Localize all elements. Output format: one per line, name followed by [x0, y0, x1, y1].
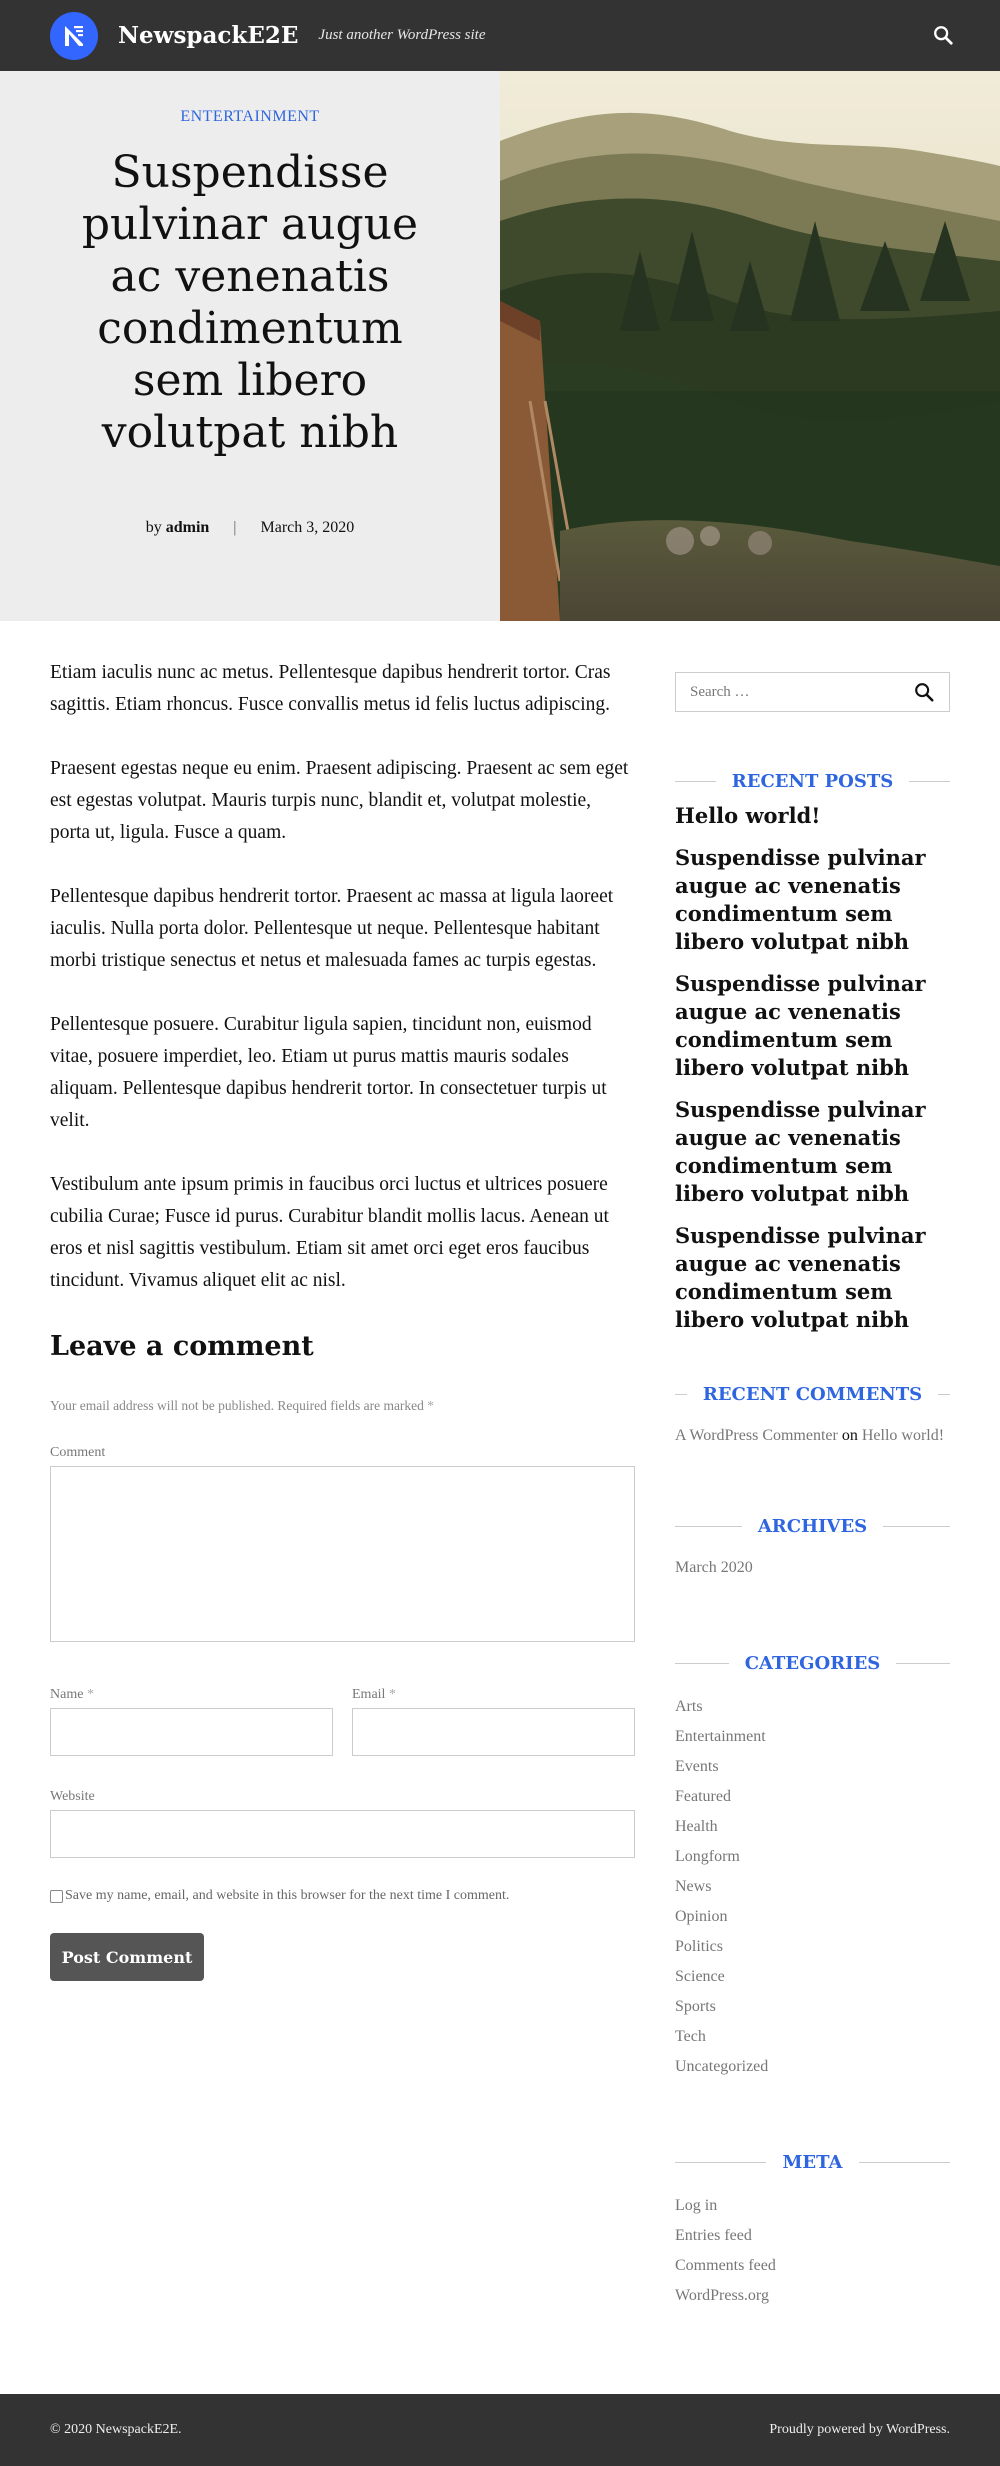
- category-link[interactable]: Science: [675, 1962, 950, 1992]
- save-info-label[interactable]: Save my name, email, and website in this…: [65, 1888, 509, 1904]
- save-info-checkbox[interactable]: [50, 1889, 63, 1903]
- recent-post-link[interactable]: Suspendisse pulvinar augue ac venenatis …: [675, 844, 950, 956]
- site-title[interactable]: NewspackE2E: [118, 22, 298, 49]
- logo-glyph: [65, 25, 83, 46]
- category-link[interactable]: Sports: [675, 1992, 950, 2022]
- post-meta: by admin | March 3, 2020: [0, 519, 500, 537]
- meta-link[interactable]: Log in: [675, 2191, 950, 2221]
- search-glyph: [934, 26, 953, 45]
- footer-powered-by[interactable]: Proudly powered by WordPress.: [769, 2422, 950, 2438]
- paragraph: Pellentesque dapibus hendrerit tortor. P…: [50, 886, 614, 971]
- widget-title-text: CATEGORIES: [744, 1653, 881, 1674]
- meta-link[interactable]: Entries feed: [675, 2221, 950, 2251]
- category-link[interactable]: Longform: [675, 1842, 950, 1872]
- recent-comments-title: RECENT COMMENTS: [675, 1384, 950, 1405]
- email-label-text: Email: [352, 1687, 386, 1702]
- recent-posts-list: Hello world! Suspendisse pulvinar augue …: [675, 802, 950, 1334]
- sidebar: Search … RECENT POSTS Hello world! Suspe…: [675, 621, 950, 2311]
- content-area: Etiam iaculis nunc ac metus. Pellentesqu…: [0, 621, 1000, 2311]
- category-link[interactable]: Featured: [675, 1782, 950, 1812]
- category-link[interactable]: Entertainment: [675, 1722, 950, 1752]
- save-info-row: Save my name, email, and website in this…: [50, 1888, 635, 1904]
- email-label: Email *: [352, 1687, 635, 1703]
- widget-title-text: RECENT POSTS: [731, 771, 894, 792]
- widget-title-text: ARCHIVES: [757, 1516, 868, 1537]
- required-mark: *: [427, 1398, 435, 1413]
- comment-author-link[interactable]: A WordPress Commenter: [675, 1427, 838, 1444]
- sidebar-search[interactable]: Search …: [675, 672, 950, 712]
- recent-post-link[interactable]: Suspendisse pulvinar augue ac venenatis …: [675, 970, 950, 1082]
- paragraph: Etiam iaculis nunc ac metus. Pellentesqu…: [50, 662, 611, 715]
- comment-form: Leave a comment Your email address will …: [50, 1331, 635, 1981]
- comment-textarea[interactable]: [50, 1466, 635, 1642]
- comment-form-title: Leave a comment: [50, 1331, 314, 1362]
- category-link[interactable]: Events: [675, 1752, 950, 1782]
- required-mark: *: [86, 1687, 94, 1702]
- comment-notes: Your email address will not be published…: [50, 1398, 635, 1414]
- name-input[interactable]: [50, 1708, 333, 1756]
- comment-post-link[interactable]: Hello world!: [862, 1427, 944, 1444]
- forest-hillside-image: [500, 71, 1000, 621]
- main-column: Etiam iaculis nunc ac metus. Pellentesqu…: [50, 621, 635, 2311]
- site-header: NewspackE2E Just another WordPress site: [0, 0, 1000, 71]
- category-link[interactable]: Health: [675, 1812, 950, 1842]
- meta-list: Log in Entries feed Comments feed WordPr…: [675, 2191, 950, 2311]
- meta-separator: |: [233, 519, 237, 536]
- website-field-group: Website: [50, 1789, 635, 1858]
- hero-section: ENTERTAINMENT Suspendisse pulvinar augue…: [0, 71, 1000, 621]
- category-link[interactable]: Arts: [675, 1692, 950, 1722]
- category-link[interactable]: ENTERTAINMENT: [0, 108, 500, 126]
- archives-title: ARCHIVES: [675, 1516, 950, 1537]
- widget-title-text: META: [782, 2152, 843, 2173]
- recent-post-link[interactable]: Suspendisse pulvinar augue ac venenatis …: [675, 1222, 950, 1334]
- name-field-group: Name *: [50, 1687, 333, 1756]
- recent-posts-title: RECENT POSTS: [675, 771, 950, 792]
- site-footer: © 2020 NewspackE2E. Proudly powered by W…: [0, 2394, 1000, 2466]
- archive-link[interactable]: March 2020: [675, 1553, 950, 1583]
- search-input[interactable]: Search …: [690, 684, 750, 701]
- email-input[interactable]: [352, 1708, 635, 1756]
- featured-image: [500, 71, 1000, 621]
- recent-comment-item: A WordPress Commenter on Hello world!: [675, 1423, 950, 1448]
- post-comment-button[interactable]: Post Comment: [50, 1933, 204, 1981]
- post-content: Etiam iaculis nunc ac metus. Pellentesqu…: [50, 657, 635, 1297]
- byline-prefix: by: [145, 519, 162, 536]
- website-label: Website: [50, 1789, 95, 1804]
- category-link[interactable]: Tech: [675, 2022, 950, 2052]
- website-input[interactable]: [50, 1810, 635, 1858]
- paragraph: Praesent egestas neque eu enim. Praesent…: [50, 758, 629, 843]
- paragraph: Pellentesque posuere. Curabitur ligula s…: [50, 1014, 607, 1131]
- category-link[interactable]: Opinion: [675, 1902, 950, 1932]
- comment-notes-text: Your email address will not be published…: [50, 1398, 424, 1413]
- category-link[interactable]: Uncategorized: [675, 2052, 950, 2082]
- footer-copyright[interactable]: © 2020 NewspackE2E.: [50, 2422, 182, 2438]
- search-icon[interactable]: [930, 22, 956, 48]
- post-title: Suspendisse pulvinar augue ac venenatis …: [81, 147, 419, 458]
- author-link[interactable]: admin: [166, 519, 210, 536]
- site-tagline: Just another WordPress site: [318, 27, 486, 43]
- meta-link[interactable]: WordPress.org: [675, 2281, 950, 2311]
- post-date: March 3, 2020: [260, 519, 355, 536]
- comment-on-text: on: [841, 1427, 858, 1444]
- comment-label: Comment: [50, 1445, 106, 1460]
- recent-post-link[interactable]: Hello world!: [675, 802, 950, 830]
- newspack-logo-icon[interactable]: [50, 11, 98, 60]
- categories-title: CATEGORIES: [675, 1653, 950, 1674]
- paragraph: Vestibulum ante ipsum primis in faucibus…: [50, 1174, 609, 1291]
- name-email-row: Name * Email *: [50, 1687, 635, 1756]
- meta-title: META: [675, 2152, 950, 2173]
- meta-link[interactable]: Comments feed: [675, 2251, 950, 2281]
- name-label-text: Name: [50, 1687, 84, 1702]
- archives-list: March 2020: [675, 1553, 950, 1583]
- hero-text-panel: ENTERTAINMENT Suspendisse pulvinar augue…: [0, 71, 500, 621]
- required-mark: *: [388, 1687, 396, 1702]
- name-label: Name *: [50, 1687, 333, 1703]
- categories-list: Arts Entertainment Events Featured Healt…: [675, 1692, 950, 2082]
- category-link[interactable]: Politics: [675, 1932, 950, 1962]
- category-link[interactable]: News: [675, 1872, 950, 1902]
- search-icon[interactable]: [913, 681, 935, 703]
- widget-title-text: RECENT COMMENTS: [702, 1384, 923, 1405]
- recent-post-link[interactable]: Suspendisse pulvinar augue ac venenatis …: [675, 1096, 950, 1208]
- email-field-group: Email *: [352, 1687, 635, 1756]
